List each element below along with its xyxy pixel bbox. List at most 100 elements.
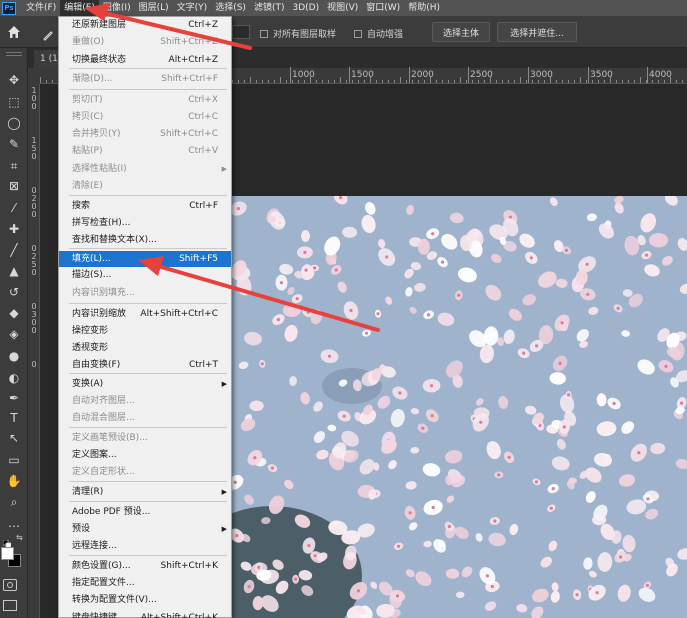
menu-layer[interactable]: 图层(L) [135,0,173,16]
edit-menu-item[interactable]: 变换(A) ▶ [59,376,231,392]
edit-menu-item[interactable]: 远程连接... [59,538,231,554]
marquee-icon[interactable]: ⬚ [4,92,24,112]
edit-menu-item[interactable]: 键盘快捷键... Alt+Shift+Ctrl+K [59,610,231,618]
foreground-color-swatch[interactable] [1,547,14,560]
menu-3d[interactable]: 3D(D) [288,0,323,16]
menu-select[interactable]: 选择(S) [211,0,250,16]
gradient-icon[interactable]: ◈ [4,324,24,344]
edit-menu-item[interactable]: 切换最终状态 Alt+Ctrl+Z [59,52,231,68]
brush-tool-preset-icon[interactable] [42,26,54,41]
move-icon[interactable]: ✥ [4,70,24,90]
menu-type[interactable]: 文字(Y) [173,0,212,16]
menu-help[interactable]: 帮助(H) [404,0,444,16]
cherry-blossom-photo[interactable] [232,196,687,618]
eyedropper-icon[interactable]: ⁄ [4,198,24,218]
edit-menu-item[interactable]: 颜色设置(G)... Shift+Ctrl+K [59,558,231,574]
edit-menu-item[interactable]: Adobe PDF 预设... [59,504,231,520]
edit-menu-item[interactable]: 重做(O) Shift+Ctrl+Z [59,34,231,50]
hand-icon[interactable]: ✋ [4,471,24,491]
edit-menu-item[interactable]: 自由变换(F) Ctrl+T [59,357,231,373]
quick-select-icon[interactable]: ✎ [4,134,24,154]
edit-menu-item[interactable]: 拼写检查(H)... [59,215,231,231]
path-select-icon[interactable]: ↖ [4,428,24,448]
select-and-mask-button[interactable]: 选择并遮住... [497,22,577,42]
edit-menu-item[interactable]: 剪切(T) Ctrl+X [59,92,231,108]
menu-view[interactable]: 视图(V) [323,0,362,16]
edit-menu-item[interactable]: 自动混合图层... [59,410,231,426]
menu-item-label: 操控变形 [72,326,109,336]
eraser-icon[interactable]: ◆ [4,303,24,323]
ruler-minor-tick [610,77,611,83]
edit-menu-item[interactable]: 还原新建图层 Ctrl+Z [59,17,231,33]
edit-menu-item[interactable]: 选择性粘贴(I) ▶ [59,161,231,177]
edit-menu-item[interactable]: 内容识别缩放 Alt+Shift+Ctrl+C [59,306,231,322]
crop-icon[interactable]: ⌗ [4,156,24,176]
menu-item-label: 变换(A) [72,379,104,389]
sample-all-layers-label: 对所有图层取样 [273,30,337,40]
zoom-icon[interactable]: ⌕ [4,492,24,512]
healing-icon[interactable]: ✚ [4,219,24,239]
edit-menu-item[interactable]: 填充(L)... Shift+F5 [59,251,231,267]
ruler-minor-tick [622,80,623,83]
menu-item-shortcut: Ctrl+X [188,95,218,105]
vertical-ruler[interactable]: 1001500200025003000 [28,84,40,618]
screen-mode-icon[interactable] [3,600,17,611]
brush-icon[interactable]: ╱ [4,240,24,260]
edit-menu-item[interactable]: 透视变形 [59,340,231,356]
edit-menu-item[interactable]: 转换为配置文件(V)... [59,592,231,608]
petals-artwork [232,196,687,618]
edit-menu-item[interactable]: 定义画笔预设(B)... [59,430,231,446]
menu-item-shortcut: Ctrl+Z [188,20,218,30]
edit-menu-item[interactable]: 粘贴(P) Ctrl+V [59,143,231,159]
edit-menu-item[interactable]: 渐隐(D)... Shift+Ctrl+F [59,71,231,87]
ruler-major-tick [409,67,410,83]
stamp-icon[interactable]: ▲ [4,261,24,281]
ruler-tick-label: 0 [31,102,37,111]
ruler-minor-tick [304,80,305,83]
history-brush-icon[interactable]: ↺ [4,282,24,302]
dodge-icon[interactable]: ◐ [4,368,24,388]
ruler-origin[interactable] [28,68,40,84]
menu-image[interactable]: 图像(I) [99,0,135,16]
edit-menu-item[interactable]: 操控变形 [59,323,231,339]
options-field[interactable] [232,25,250,39]
select-subject-button[interactable]: 选择主体 [432,22,490,42]
ruler-major-tick [349,67,350,83]
edit-menu-item[interactable]: 清除(E) [59,178,231,194]
sample-all-layers-checkbox[interactable]: 对所有图层取样 [260,27,336,40]
menu-item-shortcut: Shift+Ctrl+C [160,129,218,139]
edit-menu-item[interactable]: 定义图案... [59,447,231,463]
more-icon[interactable]: … [4,513,24,533]
menu-edit[interactable]: 编辑(E) [60,0,99,16]
swap-colors-icon[interactable]: ⇆ [16,533,23,542]
edit-menu-item[interactable]: 搜索 Ctrl+F [59,198,231,214]
edit-menu-item[interactable]: 描边(S)... [59,267,231,283]
edit-menu-item[interactable]: 拷贝(C) Ctrl+C [59,109,231,125]
checkbox-box[interactable] [260,29,268,38]
home-icon[interactable] [6,24,22,40]
frame-icon[interactable]: ⊠ [4,176,24,196]
ruler-minor-tick [298,80,299,83]
type-icon[interactable]: T [4,408,24,428]
quick-mask-icon[interactable] [3,579,17,591]
ruler-minor-tick [682,80,683,83]
edit-menu-item[interactable]: 定义自定形状... [59,464,231,480]
edit-menu-item[interactable]: 指定配置文件... [59,575,231,591]
edit-menu-item[interactable]: 合并拷贝(Y) Shift+Ctrl+C [59,126,231,142]
lasso-icon[interactable]: ◯ [4,113,24,133]
auto-enhance-checkbox[interactable]: 自动增强 [354,27,403,40]
ruler-minor-tick [538,80,539,83]
rectangle-icon[interactable]: ▭ [4,450,24,470]
edit-menu-item[interactable]: 清理(R) ▶ [59,484,231,500]
edit-menu-item[interactable]: 预设 ▶ [59,521,231,537]
menu-file[interactable]: 文件(F) [22,0,60,16]
blur-icon[interactable]: ● [4,346,24,366]
pen-icon[interactable]: ✒ [4,388,24,408]
edit-menu-item[interactable]: 自动对齐图层... [59,393,231,409]
edit-menu-item[interactable]: 内容识别填充... [59,285,231,301]
menu-window[interactable]: 窗口(W) [362,0,404,16]
edit-menu-item[interactable]: 查找和替换文本(X)... [59,232,231,248]
checkbox-box[interactable] [354,29,362,38]
toolbar-grip[interactable] [6,52,22,56]
menu-filter[interactable]: 滤镜(T) [250,0,289,16]
